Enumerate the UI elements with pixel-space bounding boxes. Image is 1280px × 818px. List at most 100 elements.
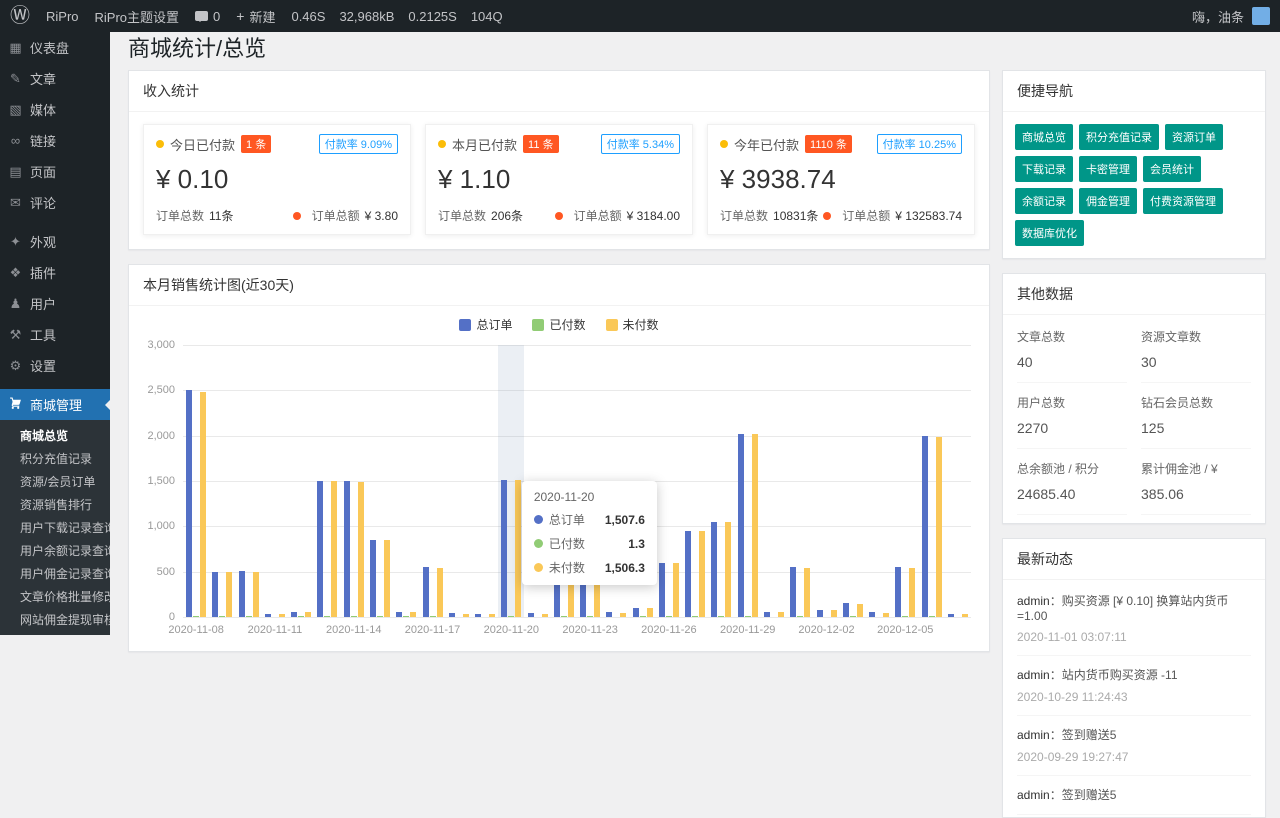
bar-已付数[interactable] — [193, 616, 199, 617]
site-name-link[interactable]: RiPro — [46, 9, 79, 24]
bar-未付数[interactable] — [515, 480, 521, 617]
bar-未付数[interactable] — [752, 434, 758, 617]
bar-总订单[interactable] — [764, 612, 770, 617]
bar-已付数[interactable] — [797, 616, 803, 617]
user-greeting[interactable]: 嗨，油条 — [1192, 7, 1244, 26]
wordpress-logo-icon[interactable]: Ⓦ — [10, 6, 30, 26]
bar-总订单[interactable] — [869, 612, 875, 617]
bar-未付数[interactable] — [883, 613, 889, 617]
bar-总订单[interactable] — [317, 481, 323, 617]
shop-submenu-item[interactable]: 资源/会员订单 — [0, 470, 110, 493]
bar-未付数[interactable] — [489, 614, 495, 617]
quick-nav-button[interactable]: 佣金管理 — [1079, 188, 1137, 214]
bar-未付数[interactable] — [253, 572, 259, 617]
bar-已付数[interactable] — [692, 616, 698, 617]
quick-nav-button[interactable]: 商城总览 — [1015, 124, 1073, 150]
bar-未付数[interactable] — [909, 568, 915, 617]
bar-未付数[interactable] — [279, 614, 285, 617]
user-avatar[interactable] — [1252, 7, 1270, 25]
bar-已付数[interactable] — [508, 616, 514, 617]
bar-总订单[interactable] — [790, 567, 796, 617]
bar-已付数[interactable] — [587, 616, 593, 617]
sidebar-item-page[interactable]: ▤页面 — [0, 156, 110, 187]
sidebar-item-appearance[interactable]: ✦外观 — [0, 226, 110, 257]
bar-已付数[interactable] — [298, 616, 304, 617]
bar-未付数[interactable] — [620, 613, 626, 617]
bar-总订单[interactable] — [396, 612, 402, 617]
bar-已付数[interactable] — [246, 616, 252, 617]
bar-已付数[interactable] — [666, 616, 672, 617]
bar-未付数[interactable] — [725, 522, 731, 617]
bar-已付数[interactable] — [377, 616, 383, 617]
bar-未付数[interactable] — [358, 482, 364, 617]
sidebar-item-settings[interactable]: ⚙设置 — [0, 350, 110, 381]
sidebar-item-tools[interactable]: ⚒工具 — [0, 319, 110, 350]
sidebar-item-shop-manage[interactable]: 商城管理 — [0, 389, 110, 420]
bar-未付数[interactable] — [384, 540, 390, 617]
legend-item[interactable]: 未付数 — [606, 316, 659, 333]
bar-已付数[interactable] — [929, 616, 935, 617]
sidebar-item-link[interactable]: ∞链接 — [0, 125, 110, 156]
sidebar-item-media[interactable]: ▧媒体 — [0, 94, 110, 125]
bar-总订单[interactable] — [265, 614, 271, 617]
comments-link[interactable]: 0 — [195, 9, 220, 24]
bar-总订单[interactable] — [738, 434, 744, 617]
quick-nav-button[interactable]: 会员统计 — [1143, 156, 1201, 182]
bar-未付数[interactable] — [200, 392, 206, 617]
shop-submenu-item[interactable]: 文章价格批量修改 — [0, 585, 110, 608]
bar-总订单[interactable] — [843, 603, 849, 617]
bar-总订单[interactable] — [606, 612, 612, 617]
shop-submenu-item[interactable]: 用户余额记录查询 — [0, 539, 110, 562]
shop-submenu-item[interactable]: 商城总览 — [0, 424, 110, 447]
bar-未付数[interactable] — [962, 614, 968, 617]
legend-item[interactable]: 已付数 — [532, 316, 585, 333]
bar-总订单[interactable] — [475, 614, 481, 617]
bar-未付数[interactable] — [831, 610, 837, 617]
bar-未付数[interactable] — [226, 572, 232, 617]
bar-总订单[interactable] — [344, 481, 350, 617]
bar-未付数[interactable] — [331, 481, 337, 617]
bar-未付数[interactable] — [410, 612, 416, 617]
bar-未付数[interactable] — [804, 568, 810, 617]
bar-已付数[interactable] — [324, 616, 330, 617]
bar-已付数[interactable] — [430, 616, 436, 617]
shop-submenu-item[interactable]: 资源销售排行 — [0, 493, 110, 516]
new-content-button[interactable]: +新建 — [236, 7, 275, 26]
sidebar-item-comment[interactable]: ✉评论 — [0, 187, 110, 218]
bar-已付数[interactable] — [219, 616, 225, 617]
shop-submenu-item[interactable]: 用户下载记录查询 — [0, 516, 110, 539]
bar-总订单[interactable] — [659, 563, 665, 617]
bar-已付数[interactable] — [403, 616, 409, 617]
quick-nav-button[interactable]: 数据库优化 — [1015, 220, 1084, 246]
bar-未付数[interactable] — [778, 612, 784, 617]
shop-submenu-item[interactable]: 用户佣金记录查询 — [0, 562, 110, 585]
bar-未付数[interactable] — [542, 614, 548, 617]
sidebar-item-dashboard[interactable]: ▦仪表盘 — [0, 32, 110, 63]
bar-已付数[interactable] — [745, 616, 751, 617]
bar-未付数[interactable] — [936, 437, 942, 617]
bar-未付数[interactable] — [673, 563, 679, 617]
quick-nav-button[interactable]: 余额记录 — [1015, 188, 1073, 214]
shop-submenu-item[interactable]: 积分充值记录 — [0, 447, 110, 470]
theme-settings-link[interactable]: RiPro主题设置 — [95, 7, 180, 26]
shop-submenu-item[interactable]: 网站佣金提现审核 — [0, 608, 110, 631]
quick-nav-button[interactable]: 资源订单 — [1165, 124, 1223, 150]
bar-未付数[interactable] — [857, 604, 863, 617]
sidebar-item-plugin[interactable]: ❖插件 — [0, 257, 110, 288]
bar-总订单[interactable] — [817, 610, 823, 617]
bar-总订单[interactable] — [291, 612, 297, 617]
bar-未付数[interactable] — [463, 614, 469, 617]
bar-总订单[interactable] — [895, 567, 901, 617]
bar-总订单[interactable] — [449, 613, 455, 617]
bar-总订单[interactable] — [948, 614, 954, 617]
bar-总订单[interactable] — [186, 390, 192, 617]
bar-已付数[interactable] — [718, 616, 724, 617]
bar-总订单[interactable] — [501, 480, 507, 617]
bar-已付数[interactable] — [351, 616, 357, 617]
sidebar-item-user[interactable]: ♟用户 — [0, 288, 110, 319]
bar-未付数[interactable] — [305, 612, 311, 617]
quick-nav-button[interactable]: 付费资源管理 — [1143, 188, 1223, 214]
sidebar-item-post[interactable]: ✎文章 — [0, 63, 110, 94]
bar-总订单[interactable] — [685, 531, 691, 617]
shop-submenu-item[interactable]: 网站卡密管理 — [0, 631, 110, 635]
